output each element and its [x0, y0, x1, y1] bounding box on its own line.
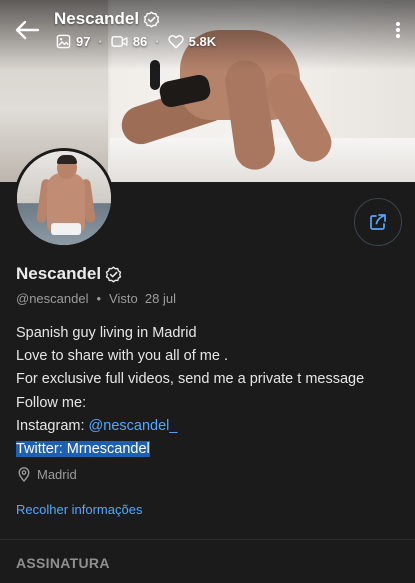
photos-stat: 97 [56, 34, 90, 49]
photos-count: 97 [76, 34, 91, 49]
verified-icon [105, 265, 122, 283]
bio-line: For exclusive full videos, send me a pri… [16, 371, 365, 388]
likes-stat: 5.8K [167, 34, 217, 49]
profile-name: Nescandel [16, 264, 102, 283]
bio-twitter-line: Twitter: Mrnescandel [16, 438, 364, 461]
avatar-hair [57, 155, 77, 164]
header-title: Nescandel [54, 9, 140, 28]
last-seen: Visto 28 jul [109, 291, 176, 306]
more-vertical-icon [395, 21, 401, 39]
back-button[interactable] [14, 18, 40, 42]
videos-count: 86 [132, 34, 148, 49]
image-icon [56, 34, 71, 49]
location-pin-icon [18, 467, 30, 482]
avatar[interactable] [14, 148, 114, 248]
header-stats: 97 · 86 · 5.8K [56, 34, 216, 49]
bio-line: Love to share with you all of me . [16, 348, 228, 365]
header-title-row: Nescandel [54, 9, 160, 29]
verified-icon [143, 10, 160, 28]
bio-line: Spanish guy living in Madrid [16, 325, 197, 341]
avatar-brief [51, 223, 81, 235]
instagram-label: Instagram: [16, 417, 89, 434]
top-bar: Nescandel 97 · 86 · 5.8K [0, 0, 415, 60]
likes-count: 5.8K [188, 34, 217, 49]
subscription-section-title: ASSINATURA [16, 555, 110, 571]
arrow-left-icon [15, 20, 40, 40]
location-text: Madrid [37, 467, 77, 482]
profile-name-row: Nescandel [16, 264, 122, 284]
videos-stat: 86 [111, 34, 147, 49]
collapse-info-link[interactable]: Recolher informações [16, 502, 142, 517]
heart-icon [167, 35, 184, 49]
handle-separator: • [96, 291, 102, 306]
bio-line: Follow me: [16, 394, 87, 411]
profile-bio: Spanish guy living in Madrid Love to sha… [16, 322, 364, 461]
video-icon [111, 36, 128, 47]
stat-separator: · [155, 34, 160, 49]
instagram-link[interactable]: @nescandel_ [89, 418, 178, 434]
handle-row: @nescandel • Visto 28 jul [16, 291, 176, 306]
share-button[interactable] [354, 198, 402, 246]
profile-handle: @nescandel [16, 291, 89, 306]
twitter-text-selected: Twitter: Mrnescandel [16, 441, 150, 458]
more-options-button[interactable] [395, 20, 401, 40]
bio-instagram-line: Instagram: @nescandel_ [16, 415, 364, 438]
stat-separator: · [98, 34, 103, 49]
share-icon [370, 214, 386, 230]
section-divider [0, 539, 415, 540]
location-row: Madrid [18, 467, 77, 482]
